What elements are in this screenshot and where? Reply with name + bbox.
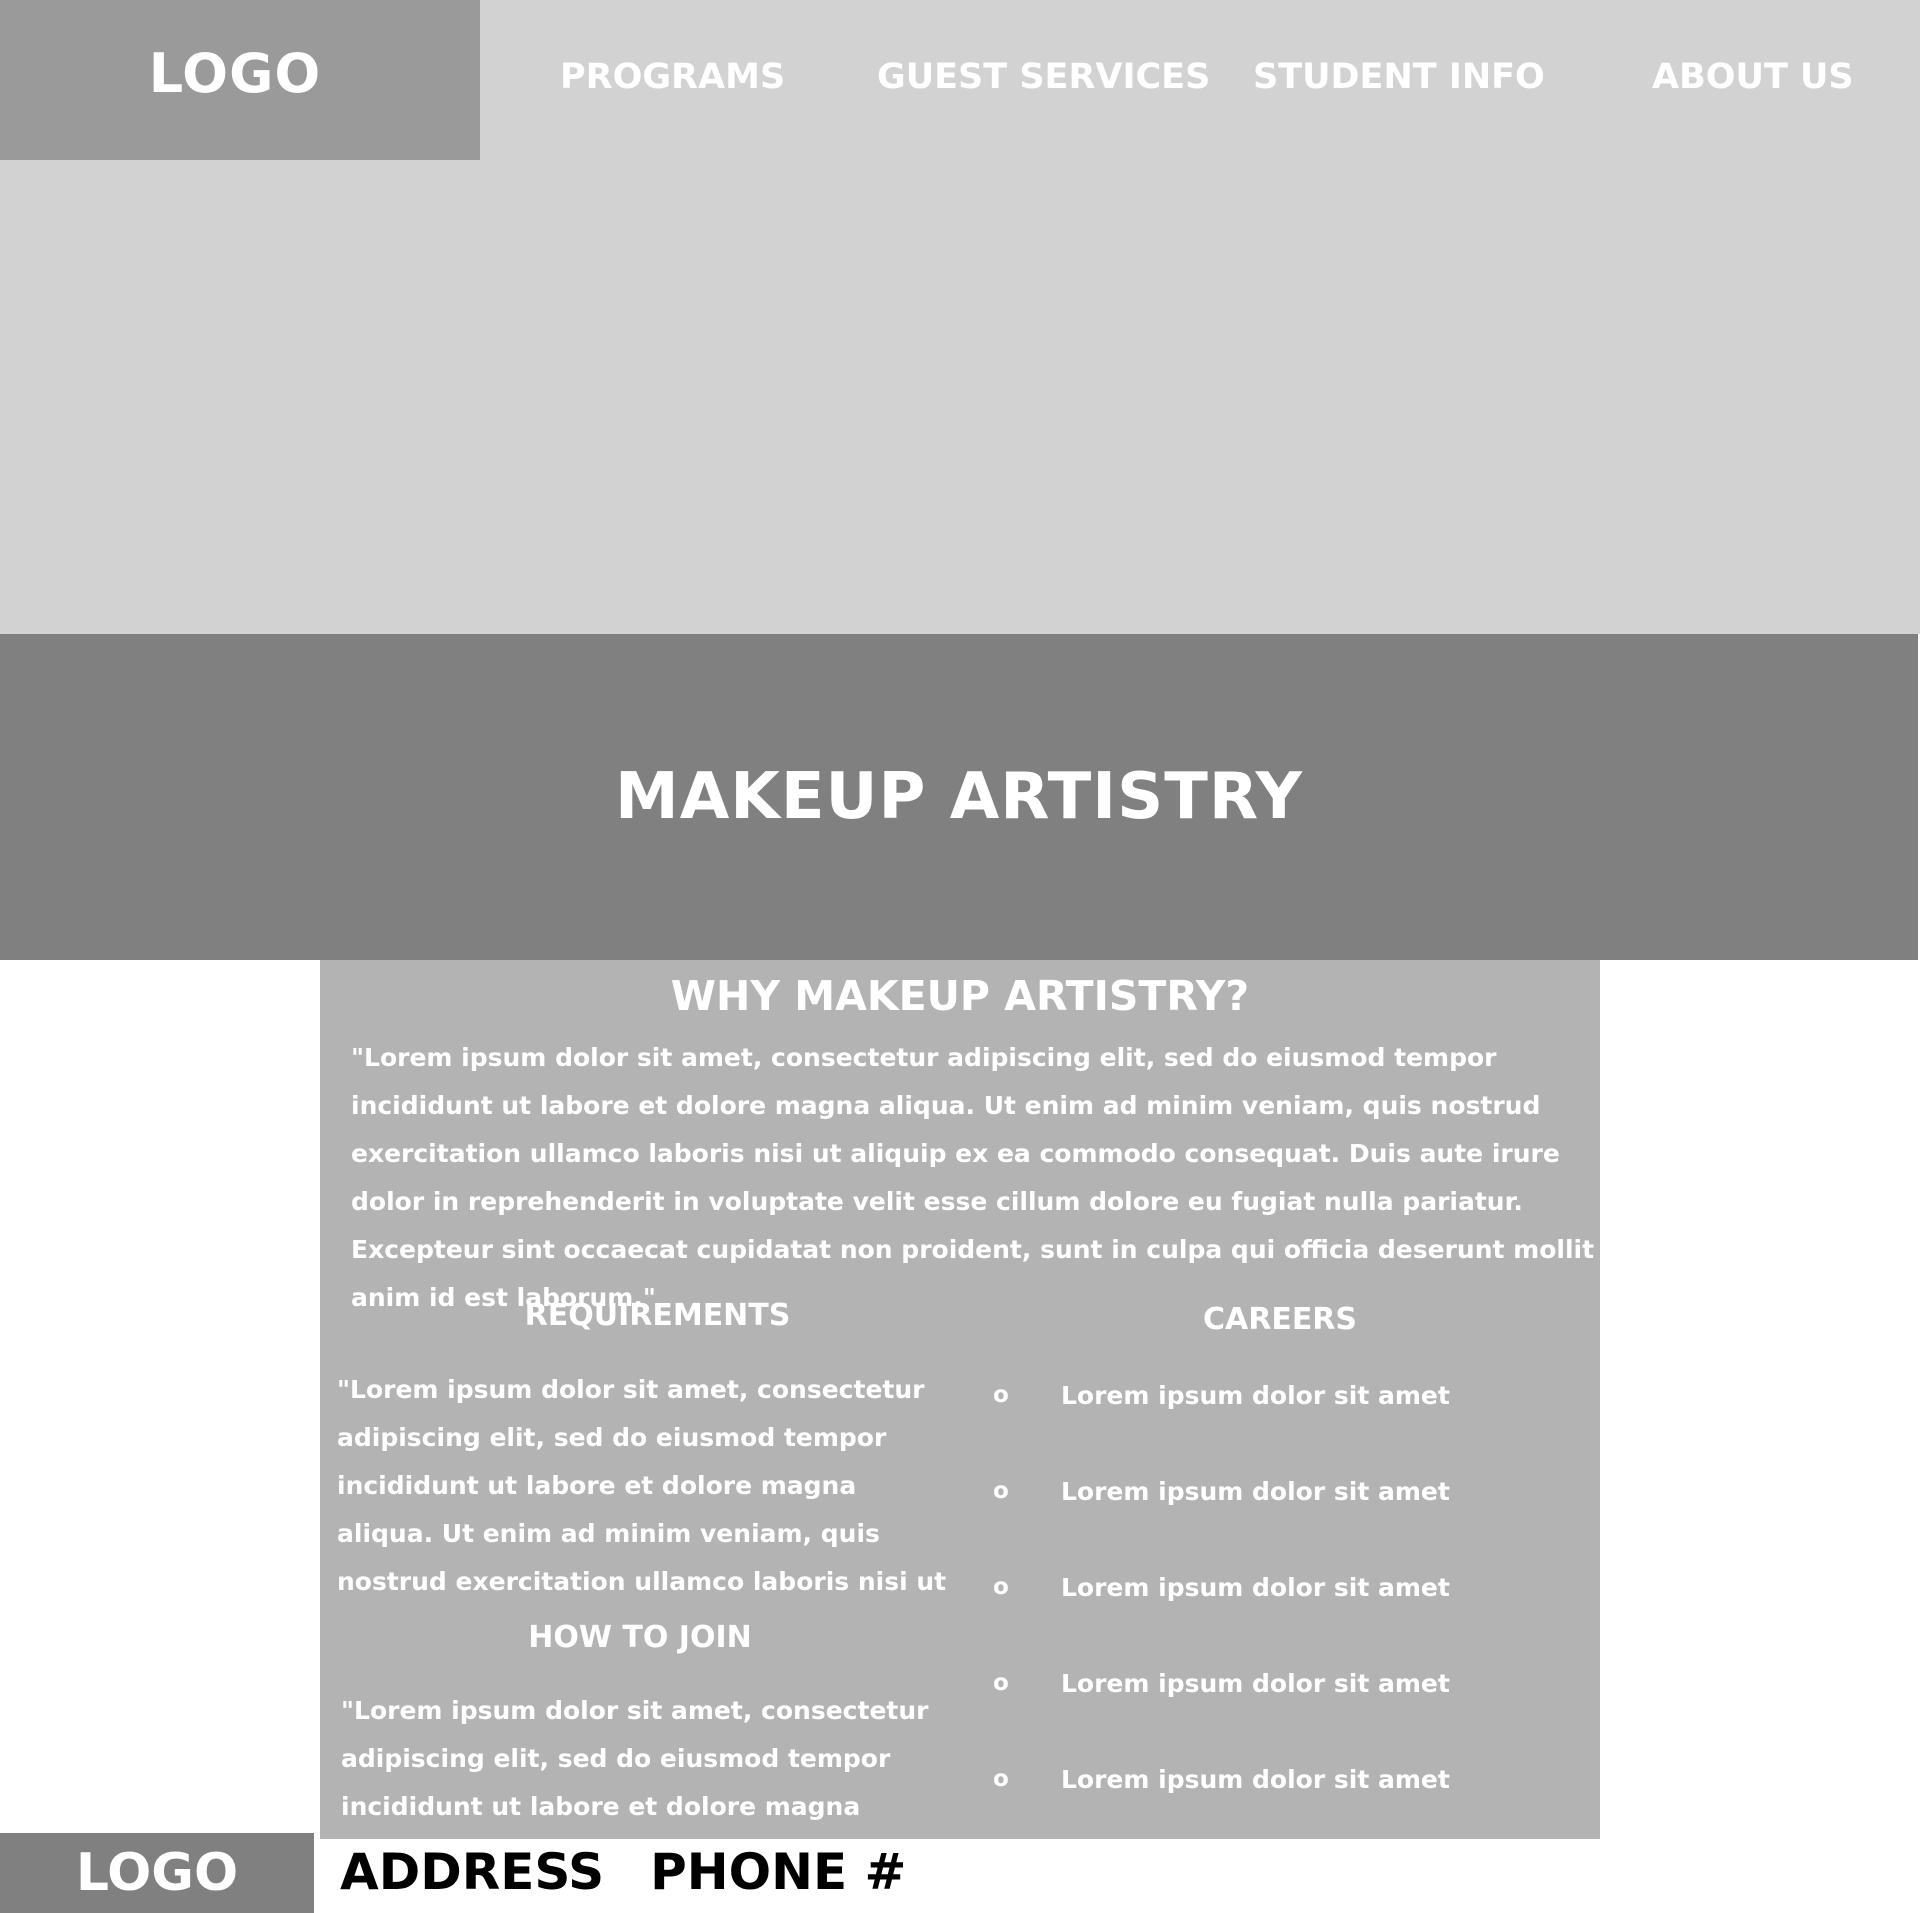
career-item: o Lorem ipsum dolor sit amet [993, 1663, 1553, 1703]
content-panel: WHY MAKEUP ARTISTRY? "Lorem ipsum dolor … [320, 960, 1600, 1839]
bullet-icon: o [993, 1670, 1009, 1696]
nav-item-programs[interactable]: PROGRAMS [560, 57, 785, 97]
nav-item-student-info[interactable]: STUDENT INFO [1253, 57, 1545, 97]
how-to-join-heading: HOW TO JOIN [528, 1620, 752, 1655]
how-to-join-text: "Lorem ipsum dolor sit amet, consectetur… [341, 1696, 929, 1821]
bullet-icon: o [993, 1478, 1009, 1504]
intro-paragraph: "Lorem ipsum dolor sit amet, consectetur… [351, 1043, 1595, 1312]
footer-phone: PHONE # [650, 1843, 907, 1901]
section-heading: WHY MAKEUP ARTISTRY? [670, 972, 1250, 1020]
requirements-heading: REQUIREMENTS [524, 1298, 791, 1333]
career-item-label: Lorem ipsum dolor sit amet [1061, 1380, 1450, 1410]
career-item: o Lorem ipsum dolor sit amet [993, 1471, 1553, 1511]
bullet-icon: o [993, 1574, 1009, 1600]
footer-logo[interactable]: LOGO [0, 1833, 314, 1913]
career-item-label: Lorem ipsum dolor sit amet [1061, 1572, 1450, 1602]
career-item-label: Lorem ipsum dolor sit amet [1061, 1668, 1450, 1698]
career-item: o Lorem ipsum dolor sit amet [993, 1567, 1553, 1607]
footer-address: ADDRESS [340, 1843, 605, 1901]
footer-contact: ADDRESS PHONE # [340, 1843, 906, 1901]
bullet-icon: o [993, 1382, 1009, 1408]
header-logo[interactable]: LOGO [0, 0, 480, 160]
page-title: MAKEUP ARTISTRY [615, 760, 1303, 834]
career-item: o Lorem ipsum dolor sit amet [993, 1375, 1553, 1415]
career-item: o Lorem ipsum dolor sit amet [993, 1759, 1553, 1799]
nav-item-guest-services[interactable]: GUEST SERVICES [877, 57, 1210, 97]
requirements-text: "Lorem ipsum dolor sit amet, consectetur… [337, 1375, 947, 1596]
site-header: LOGO PROGRAMS GUEST SERVICES STUDENT INF… [0, 0, 1920, 634]
career-item-label: Lorem ipsum dolor sit amet [1061, 1764, 1450, 1794]
careers-heading: CAREERS [1202, 1302, 1358, 1337]
page-banner: MAKEUP ARTISTRY [0, 634, 1918, 960]
bullet-icon: o [993, 1766, 1009, 1792]
career-item-label: Lorem ipsum dolor sit amet [1061, 1476, 1450, 1506]
header-logo-text: LOGO [148, 41, 322, 105]
footer-logo-text: LOGO [75, 1843, 239, 1903]
nav-item-about-us[interactable]: ABOUT US [1652, 57, 1854, 97]
